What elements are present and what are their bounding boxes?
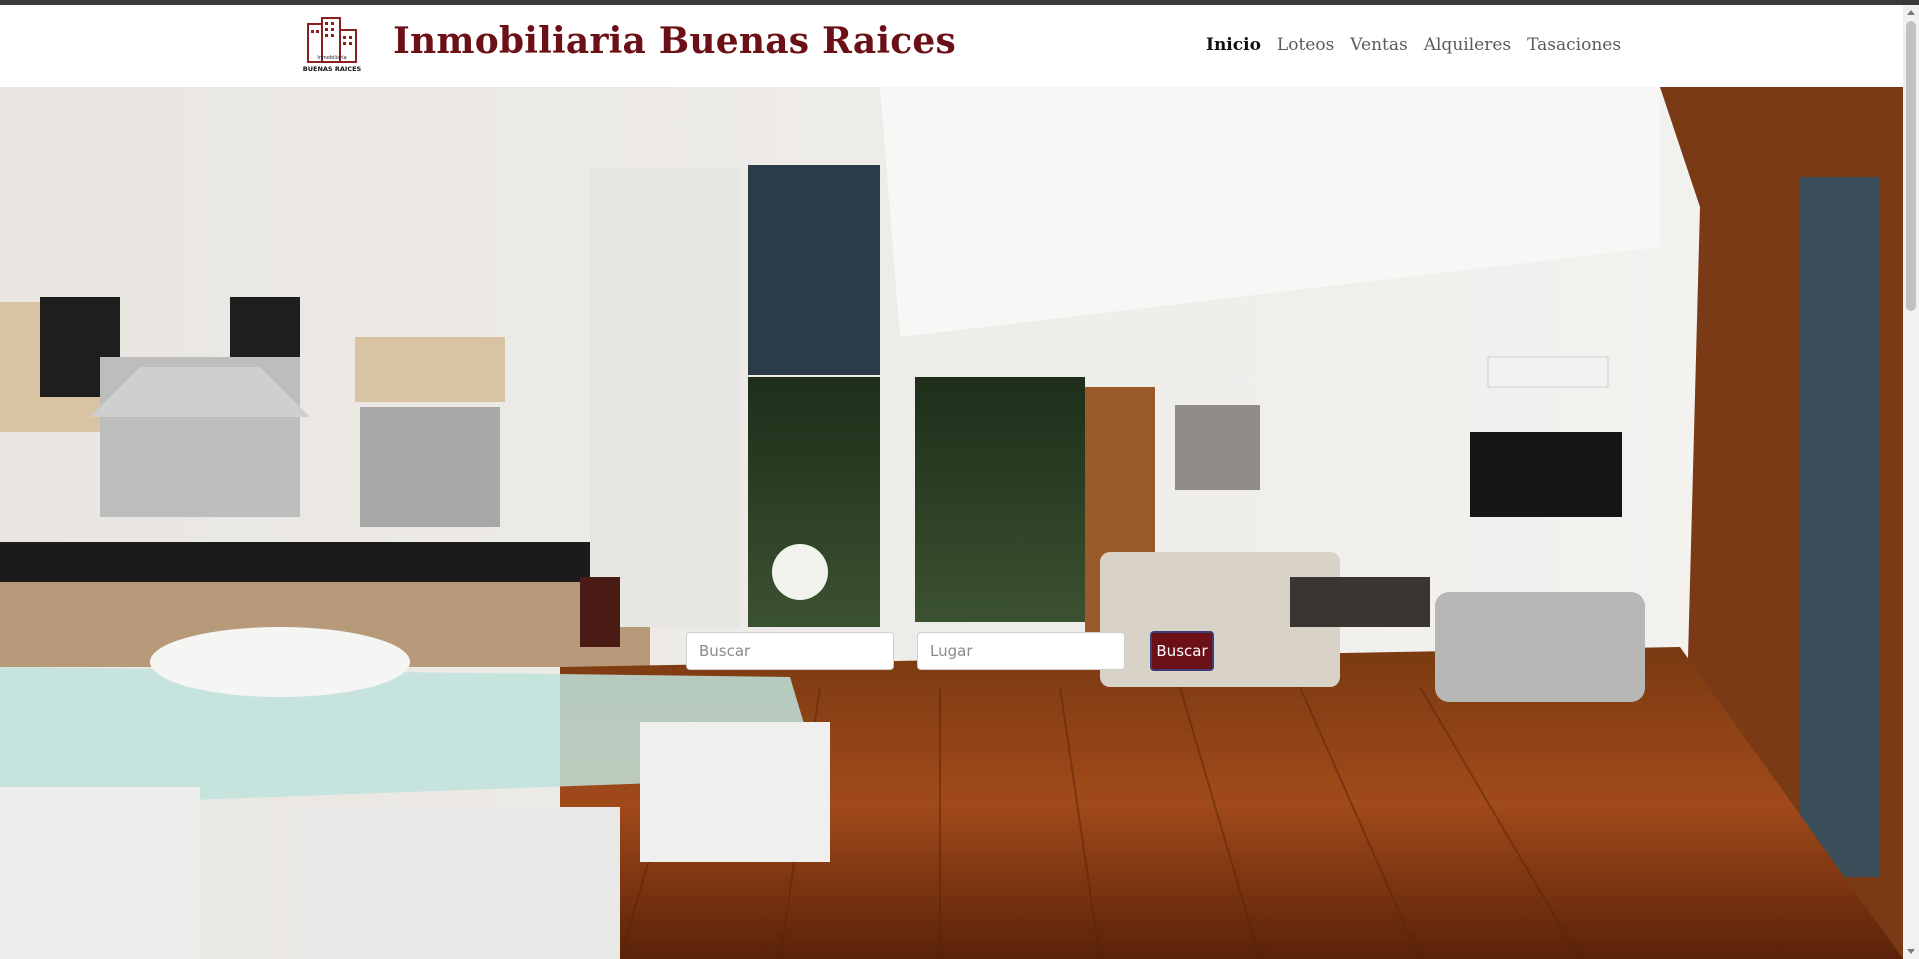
- location-input[interactable]: [917, 632, 1125, 670]
- svg-text:Inmobiliaria: Inmobiliaria: [317, 55, 347, 61]
- nav-link-alquileres[interactable]: Alquileres: [1424, 35, 1511, 55]
- logo-icon[interactable]: Inmobiliaria BUENAS RAICES: [302, 16, 362, 76]
- scrollbar-thumb[interactable]: [1906, 21, 1916, 311]
- nav-link-inicio[interactable]: Inicio: [1206, 35, 1261, 55]
- search-input[interactable]: [686, 632, 894, 670]
- svg-text:BUENAS RAICES: BUENAS RAICES: [303, 65, 362, 73]
- site-header: Inmobiliaria BUENAS RAICES Inmobiliaria …: [0, 5, 1903, 87]
- main-nav: Inicio Loteos Ventas Alquileres Tasacion…: [1206, 35, 1637, 55]
- scroll-down-arrow-icon[interactable]: [1907, 949, 1915, 954]
- scroll-up-arrow-icon[interactable]: [1907, 10, 1915, 15]
- nav-link-loteos[interactable]: Loteos: [1277, 35, 1334, 55]
- search-button[interactable]: Buscar: [1150, 631, 1214, 671]
- page-scrollbar[interactable]: [1903, 5, 1919, 959]
- nav-link-ventas[interactable]: Ventas: [1350, 35, 1407, 55]
- hero-illustration: [0, 87, 1903, 959]
- site-title[interactable]: Inmobiliaria Buenas Raices: [393, 20, 956, 62]
- search-bar: Buscar: [686, 631, 1214, 671]
- nav-link-tasaciones[interactable]: Tasaciones: [1527, 35, 1621, 55]
- hero-image: Buscar: [0, 87, 1903, 959]
